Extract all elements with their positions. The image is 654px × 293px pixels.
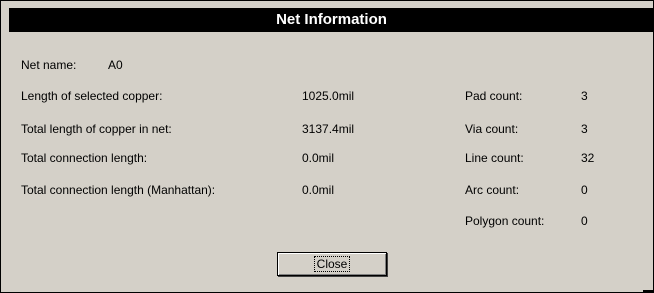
dialog-title: Net Information [9, 8, 654, 32]
polygon-count-label: Polygon count: [465, 214, 545, 228]
selected-copper-length-value: 1025.0mil [302, 89, 355, 103]
via-count-value: 3 [581, 122, 588, 136]
total-connection-length-value: 0.0mil [302, 151, 335, 165]
line-count-value: 32 [581, 151, 595, 165]
net-name-value: A0 [108, 58, 123, 72]
pad-count-value: 3 [581, 89, 588, 103]
close-button[interactable]: Close [277, 252, 387, 276]
net-name-label: Net name: [21, 58, 77, 72]
close-button-label: Close [313, 256, 351, 272]
net-information-dialog: Net Information Net name: A0 Length of s… [0, 0, 654, 293]
arc-count-label: Arc count: [465, 183, 520, 197]
via-count-label: Via count: [465, 122, 519, 136]
manhattan-connection-length-label: Total connection length (Manhattan): [21, 183, 216, 197]
polygon-count-value: 0 [581, 214, 588, 228]
arc-count-value: 0 [581, 183, 588, 197]
total-connection-length-label: Total connection length: [21, 151, 148, 165]
total-copper-length-value: 3137.4mil [302, 122, 355, 136]
pad-count-label: Pad count: [465, 89, 523, 103]
manhattan-connection-length-value: 0.0mil [302, 183, 335, 197]
selected-copper-length-label: Length of selected copper: [21, 89, 163, 103]
resize-grip[interactable] [643, 290, 653, 292]
total-copper-length-label: Total length of copper in net: [21, 122, 172, 136]
line-count-label: Line count: [465, 151, 524, 165]
